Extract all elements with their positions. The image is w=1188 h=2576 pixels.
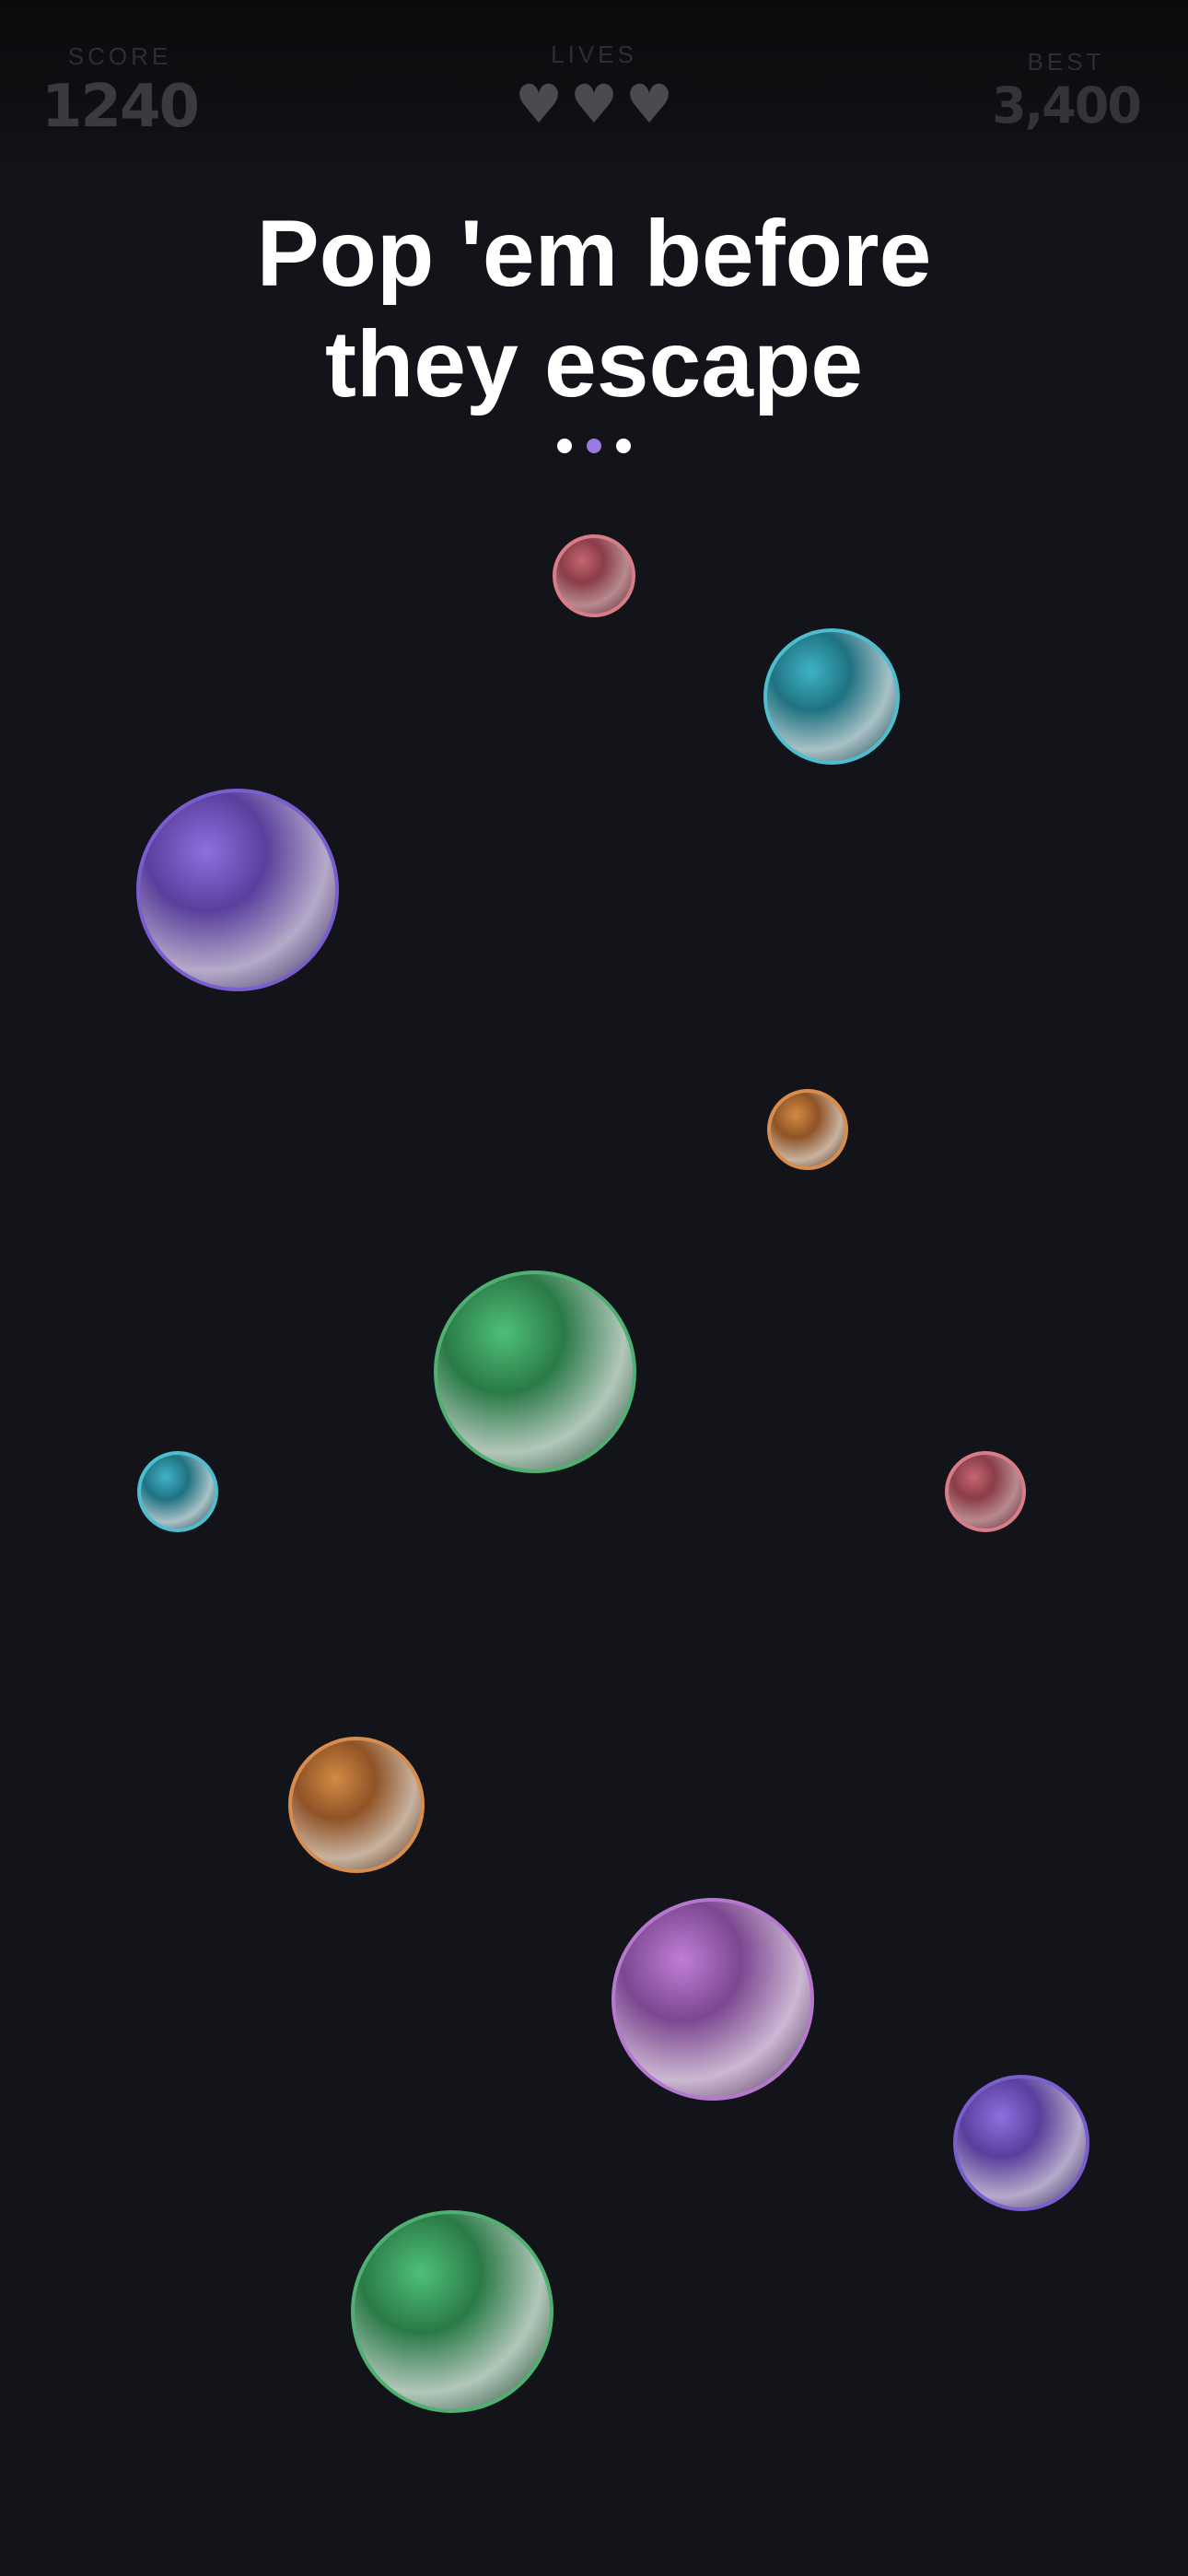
heart-icon: ♥	[570, 73, 618, 135]
score-value: 1240	[41, 73, 200, 141]
bubble-red[interactable]	[553, 534, 635, 617]
best-label: BEST	[1027, 48, 1105, 76]
best-score-display: BEST 3,400	[981, 48, 1151, 135]
headline-line-2: they escape	[324, 311, 863, 416]
lives-hearts: ♥ ♥ ♥	[502, 73, 686, 135]
tutorial-headline: Pop 'em before they escape	[0, 198, 1188, 419]
bubble-red[interactable]	[945, 1451, 1026, 1532]
bubble-cyan[interactable]	[763, 628, 900, 765]
bubble-magenta[interactable]	[611, 1898, 814, 2101]
score-display: SCORE 1240	[37, 42, 203, 141]
page-dot-1	[557, 439, 572, 453]
page-indicator	[548, 439, 640, 457]
bubble-orange[interactable]	[288, 1737, 425, 1873]
bubble-green[interactable]	[434, 1270, 636, 1473]
hud-bar: SCORE 1240 LIVES ♥ ♥ ♥ BEST 3,400	[0, 0, 1188, 175]
lives-label: LIVES	[551, 41, 637, 68]
bubble-purple[interactable]	[136, 789, 339, 991]
headline-line-1: Pop 'em before	[256, 201, 932, 306]
page-dot-2-active	[587, 439, 601, 453]
bubble-orange[interactable]	[767, 1089, 848, 1170]
bubble-cyan[interactable]	[137, 1451, 218, 1532]
bubble-green[interactable]	[351, 2210, 553, 2413]
best-value: 3,400	[992, 76, 1142, 135]
lives-display: LIVES ♥ ♥ ♥	[502, 41, 686, 135]
heart-icon: ♥	[625, 73, 673, 135]
bubble-purple[interactable]	[953, 2075, 1089, 2211]
heart-icon: ♥	[515, 73, 563, 135]
score-label: SCORE	[67, 42, 172, 70]
page-dot-3	[616, 439, 631, 453]
